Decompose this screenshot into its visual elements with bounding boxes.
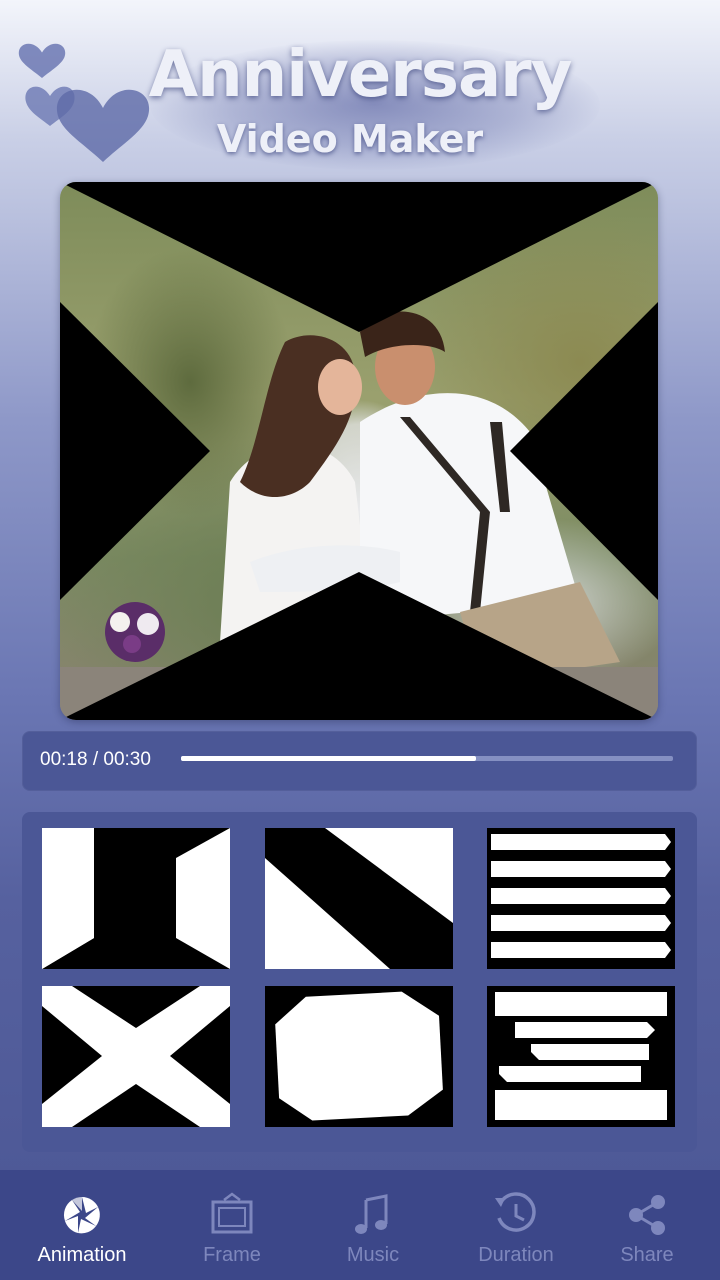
- nav-label-duration: Duration: [478, 1244, 554, 1266]
- animation-tile-stripes[interactable]: [487, 828, 675, 969]
- nav-frame[interactable]: Frame: [160, 1170, 304, 1280]
- time-label: 00:18 / 00:30: [40, 749, 151, 770]
- progress-fill: [181, 756, 476, 761]
- nav-label-animation: Animation: [37, 1244, 127, 1266]
- nav-label-frame: Frame: [203, 1244, 261, 1266]
- app-subtitle: Video Maker: [216, 117, 484, 161]
- transition-mask: [60, 182, 658, 720]
- nav-duration[interactable]: Duration: [444, 1170, 588, 1280]
- animation-tile-diagonal[interactable]: [265, 828, 453, 969]
- clock-icon: [495, 1192, 536, 1232]
- music-note-icon: [355, 1194, 388, 1234]
- animation-tile-x-cross[interactable]: [42, 986, 230, 1127]
- nav-label-music: Music: [346, 1244, 400, 1266]
- nav-label-share: Share: [620, 1244, 674, 1266]
- video-preview[interactable]: [60, 182, 658, 720]
- nav-animation[interactable]: Animation: [10, 1170, 154, 1280]
- frame-icon: [211, 1192, 253, 1234]
- animation-tile-hourglass[interactable]: [42, 828, 230, 969]
- app-title: Anniversary: [148, 38, 573, 112]
- shutter-icon: [63, 1196, 100, 1234]
- nav-share[interactable]: Share: [575, 1170, 719, 1280]
- animation-tile-offset-bars[interactable]: [487, 986, 675, 1127]
- animation-tile-hexagon[interactable]: [265, 986, 453, 1127]
- nav-music[interactable]: Music: [301, 1170, 445, 1280]
- share-icon: [629, 1195, 665, 1235]
